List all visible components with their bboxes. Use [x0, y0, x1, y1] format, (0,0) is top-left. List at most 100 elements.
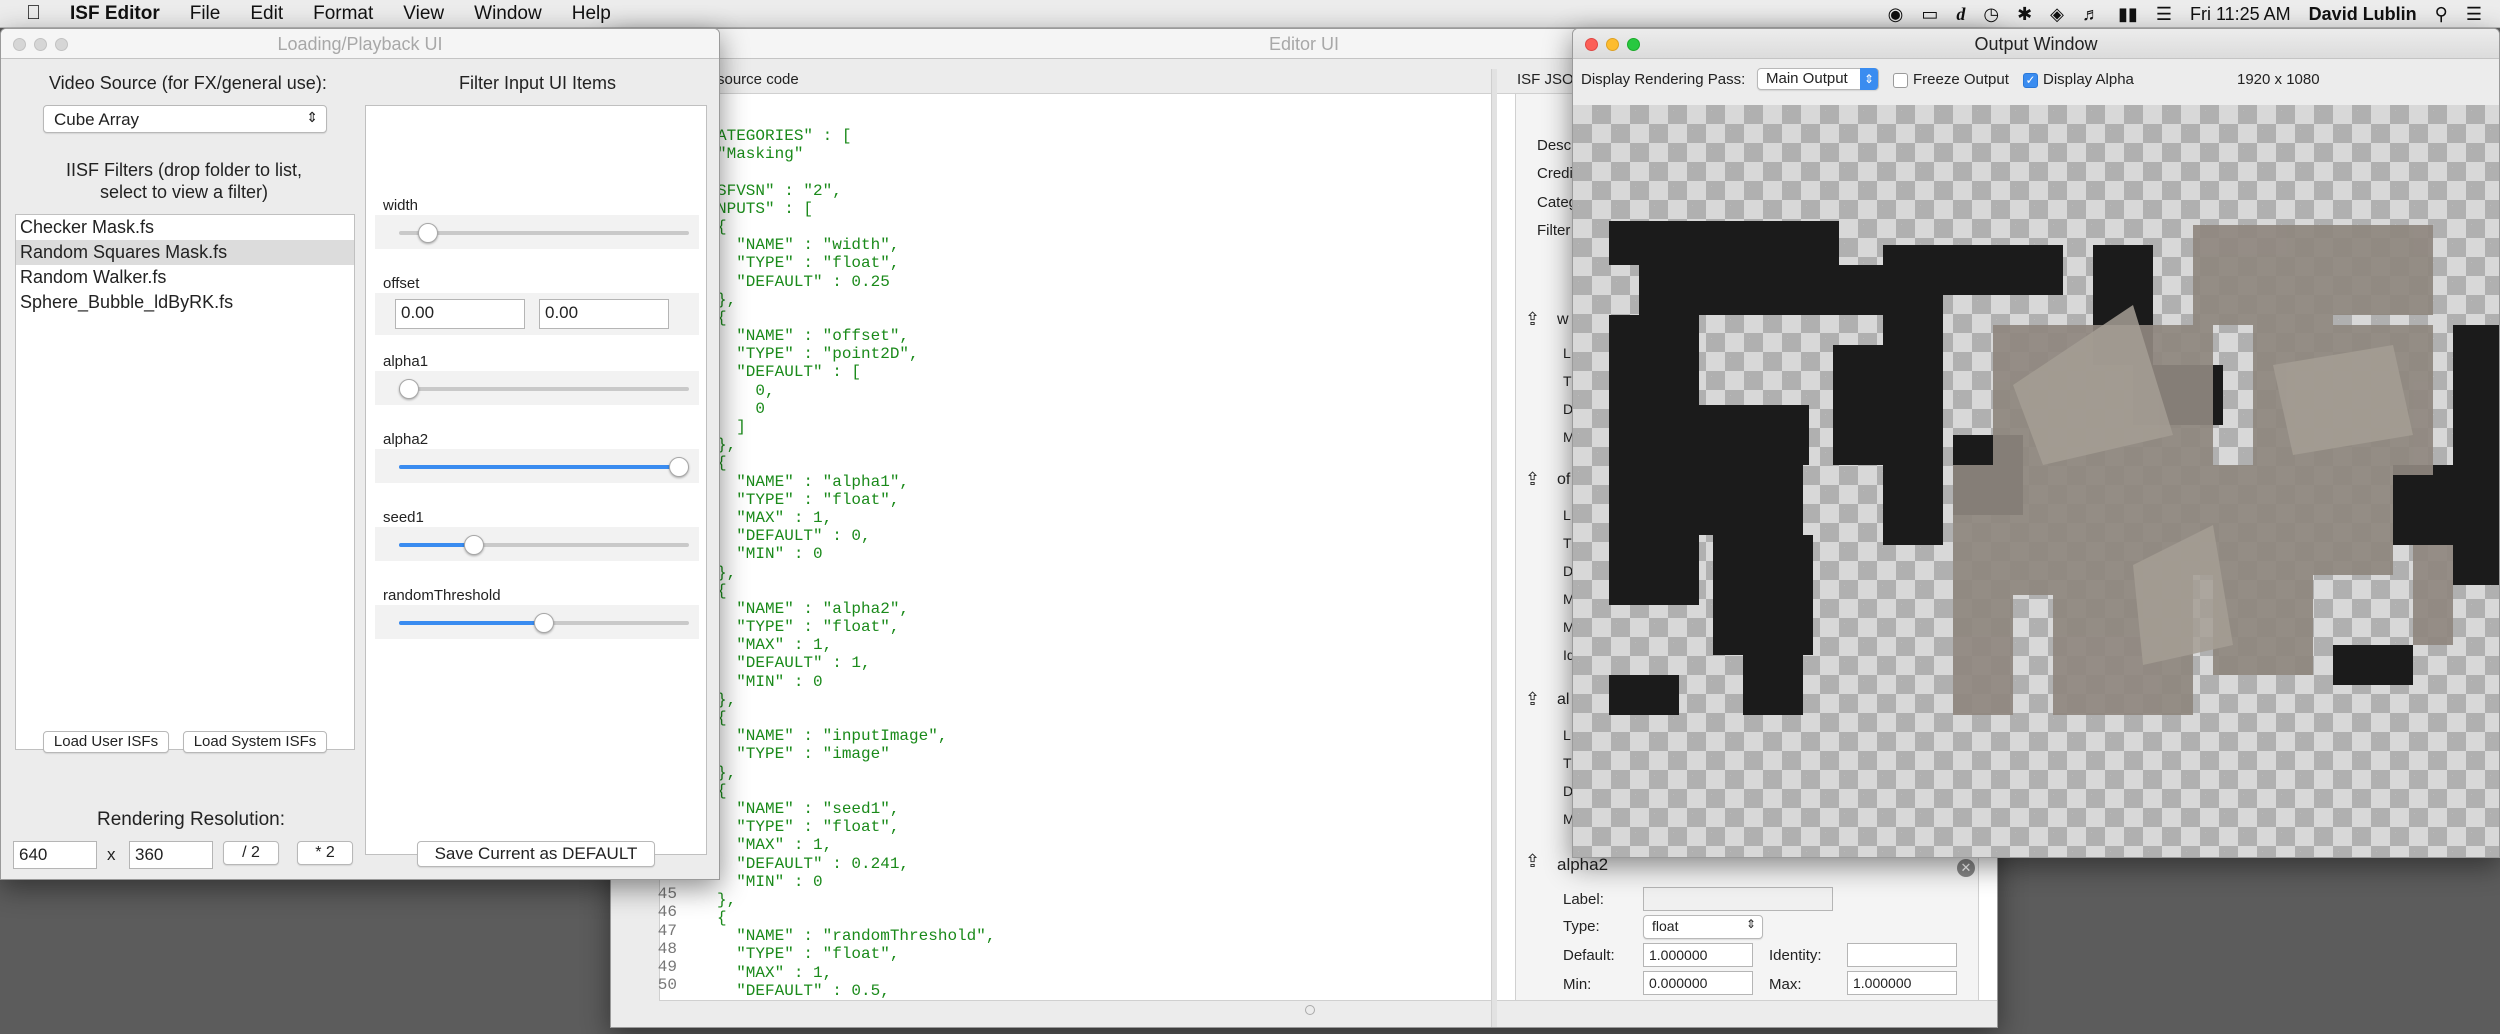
timemachine-icon[interactable]: ◷: [1974, 4, 2008, 25]
minimize-icon[interactable]: [1606, 38, 1619, 51]
input-source-icon[interactable]: ☰: [2147, 4, 2181, 25]
spotlight-icon[interactable]: ⚲: [2426, 4, 2457, 25]
width-slider-track[interactable]: [399, 231, 689, 235]
alpha1-slider-knob[interactable]: [399, 379, 419, 399]
type-select-value: float: [1652, 918, 1679, 934]
display-alpha-checkbox[interactable]: ✓: [2023, 73, 2038, 88]
menu-window[interactable]: Window: [459, 3, 557, 25]
filters-label: IISF Filters (drop folder to list, selec…: [65, 160, 303, 202]
share-icon[interactable]: ⇪: [1525, 469, 1540, 490]
load-user-isfs-button[interactable]: Load User ISFs: [43, 731, 169, 753]
menu-help[interactable]: Help: [557, 3, 626, 25]
alpha2-slider-knob[interactable]: [669, 457, 689, 477]
apple-menu-icon[interactable]: : [0, 2, 55, 25]
extension-icon[interactable]: ◉: [1879, 4, 1913, 25]
video-source-select[interactable]: Cube Array ⇕: [43, 105, 327, 133]
code-line: },: [717, 436, 737, 455]
output-titlebar[interactable]: Output Window: [1573, 29, 2499, 59]
pass-select-value: Main Output: [1766, 70, 1848, 87]
line-number: 49: [657, 957, 677, 976]
zoom-icon[interactable]: [1627, 38, 1640, 51]
identity-field[interactable]: [1847, 943, 1957, 967]
filter-list-item[interactable]: Sphere_Bubble_ldByRK.fs: [16, 290, 354, 315]
filter-input-title: Filter Input UI Items: [459, 73, 617, 93]
halve-resolution-button[interactable]: / 2: [223, 841, 279, 865]
output-preview[interactable]: [1573, 105, 2499, 857]
filter-list[interactable]: Checker Mask.fs Random Squares Mask.fs Ran…: [15, 214, 355, 750]
json-source-text[interactable]: ATEGORIES" : ["Masking" SFVSN" : "2", NPUT…: [717, 127, 995, 1000]
app-menu[interactable]: ISF Editor: [55, 3, 175, 25]
close-icon[interactable]: [1585, 38, 1598, 51]
save-default-button[interactable]: Save Current as DEFAULT: [417, 841, 655, 867]
airplay-icon[interactable]: ▭: [1912, 4, 1947, 25]
wifi-icon[interactable]: ◈: [2041, 4, 2073, 25]
code-line: {: [717, 709, 727, 727]
seed1-slider-knob[interactable]: [464, 535, 484, 555]
code-line: {: [717, 581, 727, 600]
remove-input-icon[interactable]: ✕: [1957, 859, 1975, 877]
splitter-handle[interactable]: [1491, 69, 1497, 1027]
code-line: {: [717, 781, 727, 800]
share-icon[interactable]: ⇪: [1525, 689, 1540, 710]
playback-titlebar[interactable]: Loading/Playback UI: [1, 29, 719, 59]
chevron-updown-icon: ⇕: [1745, 917, 1756, 931]
resolution-height-field[interactable]: 360: [129, 841, 213, 869]
battery-icon[interactable]: ▮▮: [2109, 4, 2147, 25]
input-alpha1-label: alpha1: [383, 353, 429, 370]
resolution-width-field[interactable]: 640: [13, 841, 97, 869]
min-field[interactable]: 0.000000: [1643, 971, 1753, 995]
offset-y-field[interactable]: 0.00: [539, 299, 669, 329]
code-line: {: [717, 217, 727, 236]
share-icon[interactable]: ⇪: [1525, 309, 1540, 330]
alpha1-slider-track[interactable]: [399, 387, 689, 391]
close-icon[interactable]: [13, 38, 26, 51]
menu-view[interactable]: View: [388, 3, 459, 25]
code-line: {: [717, 909, 727, 928]
line-number: 48: [657, 939, 677, 958]
menu-clock[interactable]: Fri 11:25 AM: [2181, 4, 2300, 25]
menu-file[interactable]: File: [175, 3, 236, 25]
resize-handle[interactable]: [1305, 1005, 1315, 1015]
code-line: "Masking": [717, 145, 804, 164]
code-line: "DEFAULT" : 1,: [717, 654, 871, 673]
width-slider-knob[interactable]: [418, 223, 438, 243]
type-select[interactable]: float ⇕: [1643, 915, 1763, 939]
code-line: },: [717, 763, 737, 782]
notification-center-icon[interactable]: ☰: [2457, 4, 2500, 25]
user-menu[interactable]: David Lublin: [2300, 4, 2426, 25]
code-line: "NAME" : "offset",: [717, 327, 910, 346]
pass-select[interactable]: Main Output ⇕: [1757, 68, 1879, 90]
code-line: "DEFAULT" : 0.241,: [717, 854, 910, 873]
line-number: 47: [657, 921, 677, 940]
double-resolution-button[interactable]: * 2: [297, 841, 353, 865]
filter-list-item[interactable]: Random Squares Mask.fs: [16, 240, 354, 265]
field-label: L: [1563, 345, 1571, 361]
load-system-isfs-button[interactable]: Load System ISFs: [183, 731, 327, 753]
default-field[interactable]: 1.000000: [1643, 943, 1753, 967]
meta-filter-label: Filter: [1537, 222, 1571, 239]
offset-x-field[interactable]: 0.00: [395, 299, 525, 329]
resolution-x-label: x: [107, 845, 116, 864]
bluetooth-icon[interactable]: ✱: [2008, 4, 2041, 25]
share-icon[interactable]: ⇪: [1525, 851, 1540, 872]
code-line: "TYPE" : "float",: [717, 490, 900, 509]
editor-title: Editor UI: [1268, 34, 1340, 54]
menu-edit[interactable]: Edit: [235, 3, 298, 25]
tab-source-code[interactable]: source code: [717, 71, 799, 88]
dictionary-icon[interactable]: d: [1947, 4, 1974, 25]
minimize-icon[interactable]: [34, 38, 47, 51]
max-field[interactable]: 1.000000: [1847, 971, 1957, 995]
filter-list-item[interactable]: Checker Mask.fs: [16, 215, 354, 240]
menu-format[interactable]: Format: [298, 3, 388, 25]
code-line: "NAME" : "width",: [717, 236, 900, 255]
volume-icon[interactable]: ♬: [2073, 4, 2109, 25]
zoom-icon[interactable]: [55, 38, 68, 51]
identity-label: Identity:: [1769, 947, 1822, 964]
default-label: Default:: [1563, 947, 1615, 964]
label-field[interactable]: [1643, 887, 1833, 911]
random-threshold-slider-knob[interactable]: [534, 613, 554, 633]
filter-list-item[interactable]: Random Walker.fs: [16, 265, 354, 290]
output-resolution: 1920 x 1080: [2237, 71, 2320, 88]
freeze-output-checkbox[interactable]: [1893, 73, 1908, 88]
